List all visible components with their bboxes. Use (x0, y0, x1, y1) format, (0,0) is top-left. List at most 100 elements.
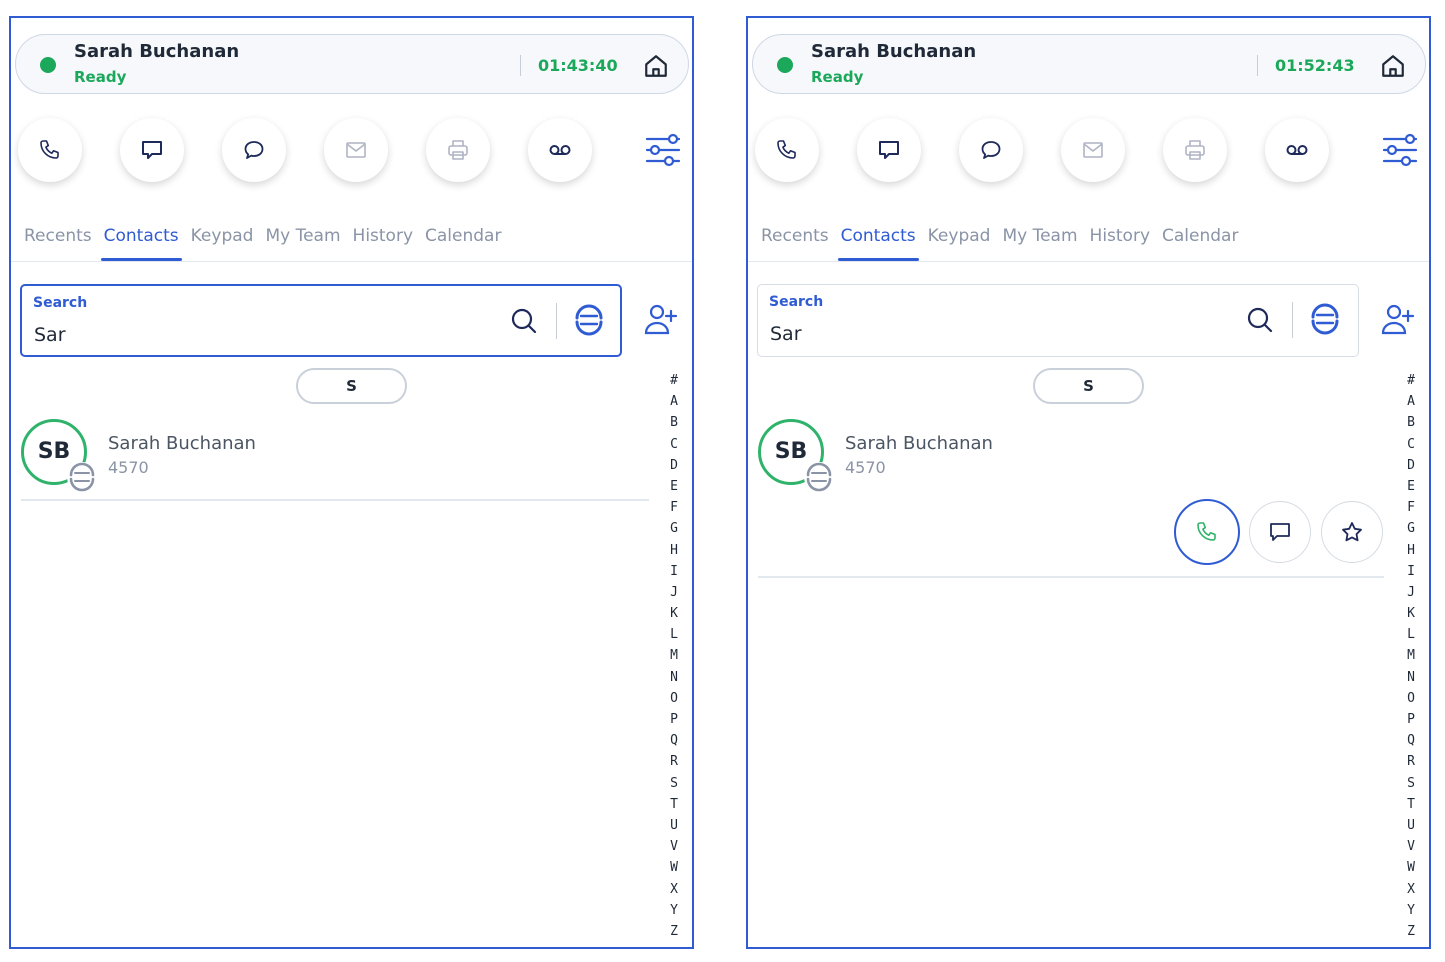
contact-name[interactable]: Sarah Buchanan (845, 433, 993, 454)
home-icon[interactable] (643, 53, 669, 79)
alphabet-index-letter[interactable]: J (1404, 582, 1418, 603)
agent-status-bar[interactable]: Sarah Buchanan Ready 01:52:43 (752, 34, 1426, 94)
tab-history[interactable]: History (350, 223, 416, 261)
alphabet-index-letter[interactable]: Z (1404, 921, 1418, 942)
alphabet-index-letter[interactable]: O (667, 688, 681, 709)
alphabet-index-letter[interactable]: # (667, 370, 681, 391)
alphabet-index-letter[interactable]: A (1404, 391, 1418, 412)
search-icon[interactable] (1246, 306, 1274, 334)
alphabet-index-letter[interactable]: Y (667, 900, 681, 921)
contact-call-button[interactable] (1174, 499, 1240, 565)
sync-icon[interactable] (1309, 303, 1341, 335)
alphabet-index-letter[interactable]: V (1404, 836, 1418, 857)
alphabet-index-letter[interactable]: # (1404, 370, 1418, 391)
alphabet-index-letter[interactable]: T (667, 794, 681, 815)
alphabet-index-letter[interactable]: C (667, 434, 681, 455)
alphabet-index-letter[interactable]: Q (1404, 730, 1418, 751)
alphabet-index-letter[interactable]: Q (667, 730, 681, 751)
search-input[interactable] (770, 323, 1190, 345)
search-field[interactable]: Search (757, 284, 1359, 357)
alphabet-index-letter[interactable]: K (1404, 603, 1418, 624)
alphabet-index-letter[interactable]: W (667, 857, 681, 878)
email-action-button[interactable] (324, 118, 388, 182)
alphabet-index-letter[interactable]: I (667, 561, 681, 582)
alphabet-index-letter[interactable]: C (1404, 434, 1418, 455)
alphabet-index-letter[interactable]: H (1404, 540, 1418, 561)
alphabet-index-letter[interactable]: G (1404, 518, 1418, 539)
alphabet-index-letter[interactable]: H (667, 540, 681, 561)
search-icon[interactable] (510, 307, 538, 335)
alphabet-index-letter[interactable]: F (1404, 497, 1418, 518)
alphabet-index-letter[interactable]: D (667, 455, 681, 476)
search-field[interactable]: Search (20, 284, 622, 357)
alphabet-index-letter[interactable]: B (1404, 412, 1418, 433)
alphabet-index-letter[interactable]: M (667, 645, 681, 666)
chat-action-button[interactable] (857, 118, 921, 182)
tab-contacts[interactable]: Contacts (837, 223, 919, 261)
alphabet-index-letter[interactable]: U (667, 815, 681, 836)
alphabet-index-letter[interactable]: A (667, 391, 681, 412)
alphabet-index-letter[interactable]: P (1404, 709, 1418, 730)
alphabet-index-letter[interactable]: S (667, 773, 681, 794)
alphabet-index-letter[interactable]: S (1404, 773, 1418, 794)
tab-my-team[interactable]: My Team (999, 223, 1080, 261)
filter-settings-icon[interactable] (645, 133, 681, 167)
agent-status-bar[interactable]: Sarah Buchanan Ready 01:43:40 (15, 34, 689, 94)
alphabet-index-letter[interactable]: B (667, 412, 681, 433)
fax-action-button[interactable] (426, 118, 490, 182)
contact-chat-button[interactable] (1249, 501, 1311, 563)
contact-favorite-button[interactable] (1321, 501, 1383, 563)
search-input[interactable] (34, 324, 454, 346)
tab-contacts[interactable]: Contacts (100, 223, 182, 261)
tab-keypad[interactable]: Keypad (925, 223, 994, 261)
chat-action-button[interactable] (120, 118, 184, 182)
tab-history[interactable]: History (1087, 223, 1153, 261)
alphabet-index-letter[interactable]: X (667, 879, 681, 900)
alphabet-index[interactable]: # A B C D E F G H I J K L M N O P Q R S T U V W X Y Z (667, 370, 681, 942)
alphabet-index-letter[interactable]: E (667, 476, 681, 497)
call-action-button[interactable] (755, 118, 819, 182)
alphabet-index-letter[interactable]: X (1404, 879, 1418, 900)
alphabet-index-letter[interactable]: K (667, 603, 681, 624)
tab-calendar[interactable]: Calendar (1159, 223, 1241, 261)
alphabet-index-letter[interactable]: U (1404, 815, 1418, 836)
voicemail-action-button[interactable] (1265, 118, 1329, 182)
tab-recents[interactable]: Recents (758, 223, 832, 261)
alphabet-index-letter[interactable]: T (1404, 794, 1418, 815)
alphabet-index-letter[interactable]: V (667, 836, 681, 857)
home-icon[interactable] (1380, 53, 1406, 79)
alphabet-index-letter[interactable]: R (667, 751, 681, 772)
alphabet-index-letter[interactable]: Z (667, 921, 681, 942)
sync-icon[interactable] (573, 304, 605, 336)
alphabet-index-letter[interactable]: W (1404, 857, 1418, 878)
letter-filter-chip[interactable]: S (296, 368, 407, 404)
tab-calendar[interactable]: Calendar (422, 223, 504, 261)
letter-filter-chip[interactable]: S (1033, 368, 1144, 404)
filter-settings-icon[interactable] (1382, 133, 1418, 167)
tab-recents[interactable]: Recents (21, 223, 95, 261)
alphabet-index[interactable]: # A B C D E F G H I J K L M N O P Q R S T U V W X Y Z (1404, 370, 1418, 942)
call-action-button[interactable] (18, 118, 82, 182)
email-action-button[interactable] (1061, 118, 1125, 182)
alphabet-index-letter[interactable]: E (1404, 476, 1418, 497)
alphabet-index-letter[interactable]: N (667, 667, 681, 688)
alphabet-index-letter[interactable]: G (667, 518, 681, 539)
fax-action-button[interactable] (1163, 118, 1227, 182)
alphabet-index-letter[interactable]: J (667, 582, 681, 603)
alphabet-index-letter[interactable]: M (1404, 645, 1418, 666)
alphabet-index-letter[interactable]: F (667, 497, 681, 518)
tab-my-team[interactable]: My Team (262, 223, 343, 261)
add-contact-icon[interactable] (644, 303, 678, 335)
alphabet-index-letter[interactable]: D (1404, 455, 1418, 476)
tab-keypad[interactable]: Keypad (188, 223, 257, 261)
alphabet-index-letter[interactable]: I (1404, 561, 1418, 582)
alphabet-index-letter[interactable]: N (1404, 667, 1418, 688)
alphabet-index-letter[interactable]: O (1404, 688, 1418, 709)
alphabet-index-letter[interactable]: Y (1404, 900, 1418, 921)
message-action-button[interactable] (222, 118, 286, 182)
alphabet-index-letter[interactable]: R (1404, 751, 1418, 772)
add-contact-icon[interactable] (1381, 303, 1415, 335)
alphabet-index-letter[interactable]: L (667, 624, 681, 645)
contact-name[interactable]: Sarah Buchanan (108, 433, 256, 454)
alphabet-index-letter[interactable]: P (667, 709, 681, 730)
